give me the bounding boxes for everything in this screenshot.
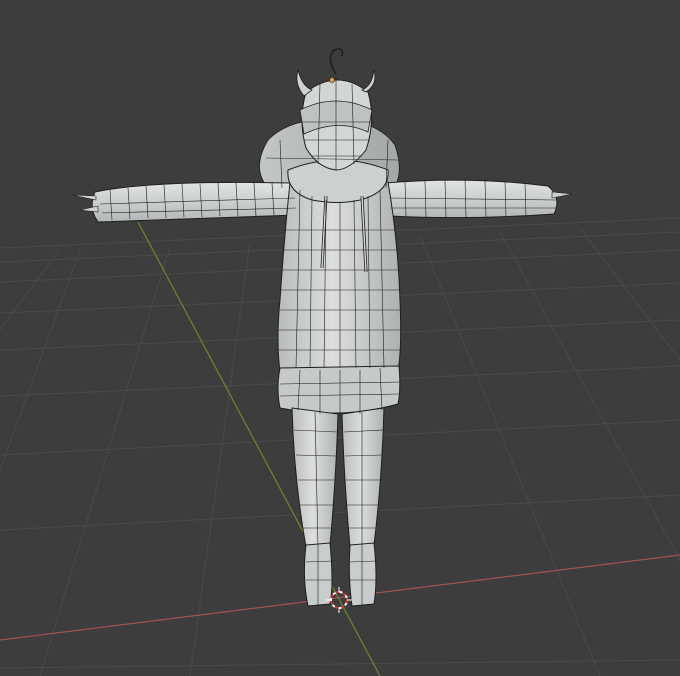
right-fingers [551, 191, 573, 199]
right-horn [361, 69, 376, 93]
ahoge [329, 48, 344, 75]
object-origin [329, 77, 335, 83]
right-boot [348, 542, 377, 607]
left-horn [296, 68, 313, 97]
left-arm [91, 181, 299, 223]
x-axis-line [0, 554, 680, 641]
3d-viewport[interactable] [0, 0, 680, 676]
left-leg [291, 407, 339, 548]
viewport-canvas[interactable] [0, 0, 680, 676]
right-leg [341, 407, 385, 548]
